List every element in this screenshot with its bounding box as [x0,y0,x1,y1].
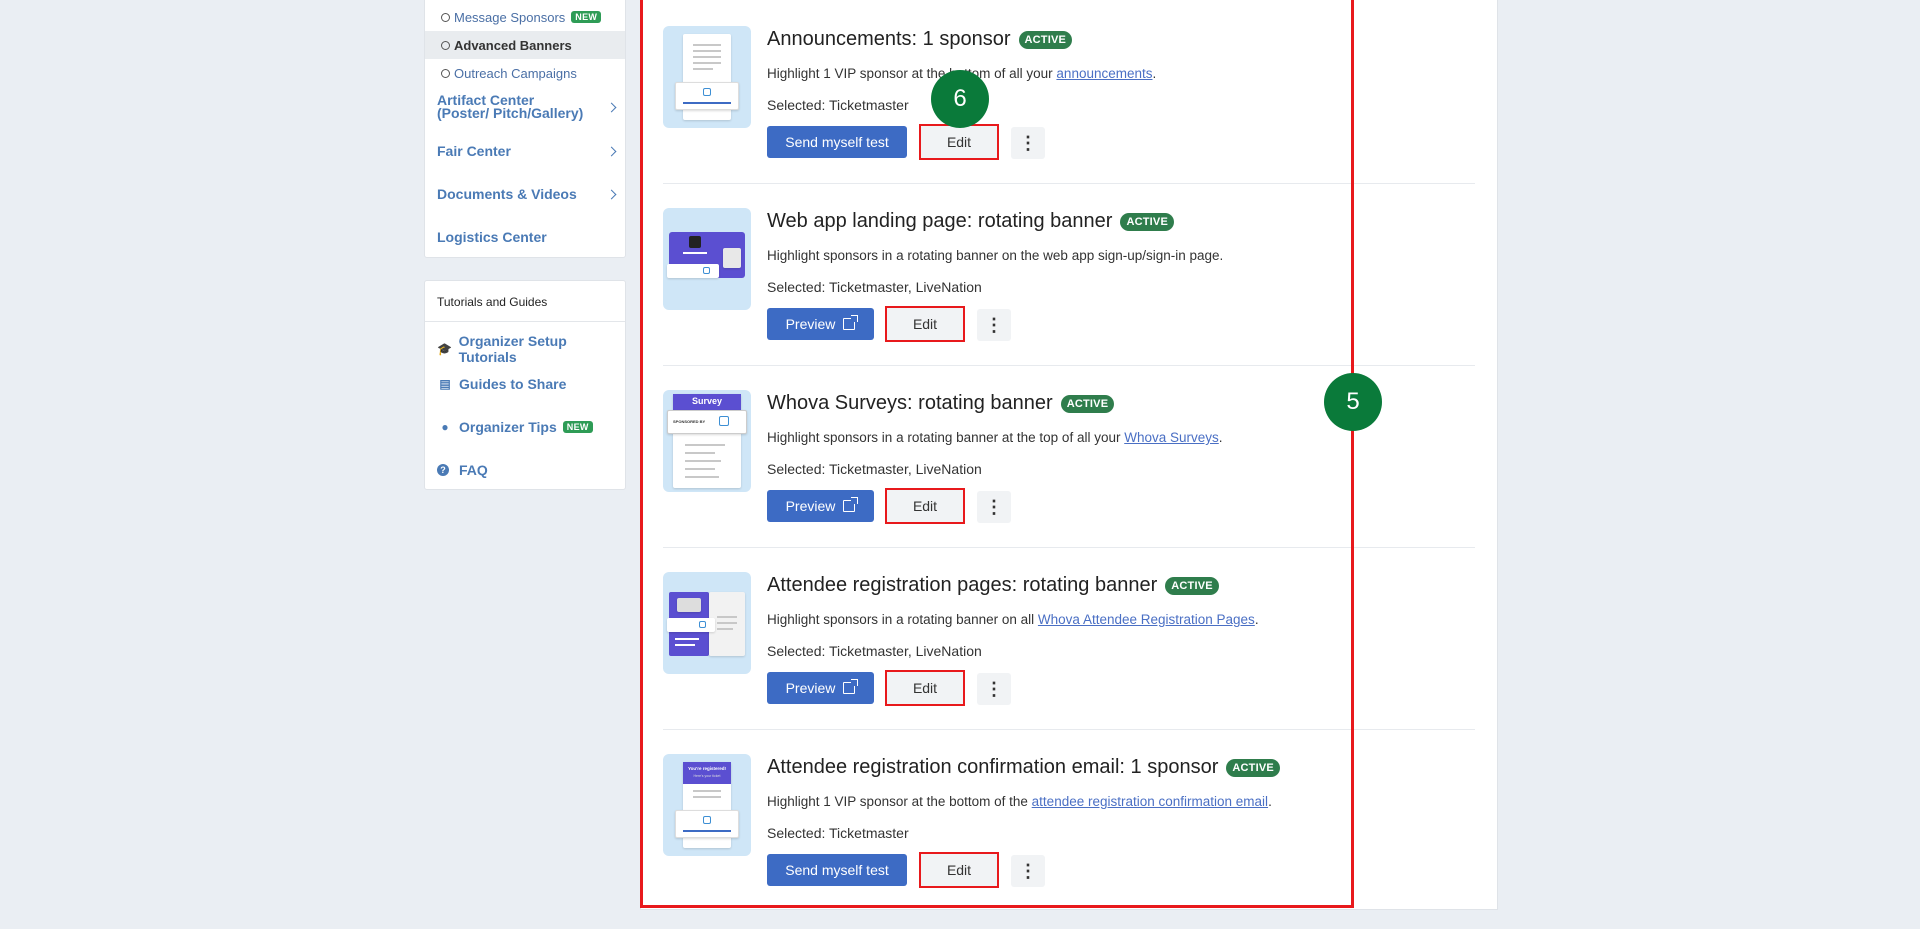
new-badge: NEW [571,11,602,23]
tutorial-item-guides[interactable]: ▤ Guides to Share [437,376,566,392]
step-marker-5: 5 [1324,373,1382,431]
sidebar-item-label: Logistics Center [437,228,547,245]
sidebar-item-label: Message Sponsors [454,9,566,25]
sidebar-item-outreach-campaigns[interactable]: Outreach Campaigns [425,59,625,87]
chevron-right-icon [606,189,617,199]
highlight-outline [640,0,1354,908]
sidebar-item-label: Fair Center [437,142,511,159]
sidebar-item-advanced-banners[interactable]: Advanced Banners [425,31,625,59]
presentation-icon: ▤ [439,377,451,391]
step-marker-6: 6 [931,70,989,128]
tutorial-item-label: Organizer Tips [459,419,557,435]
question-circle-icon: ? [437,464,449,476]
sidebar-item-logistics-center[interactable]: Logistics Center [437,230,621,244]
chevron-right-icon [606,102,617,112]
tutorial-item-label: Guides to Share [459,376,567,392]
radio-dot-icon [441,40,450,50]
sidebar-item-fair-center[interactable]: Fair Center [437,144,621,158]
tutorial-item-label: FAQ [459,462,488,478]
sidebar-item-label: Advanced Banners [454,37,572,53]
tutorial-item-faq[interactable]: ? FAQ [437,462,488,478]
sidebar-item-label: Documents & Videos [437,185,577,202]
sidebar-item-label: Outreach Campaigns [454,65,577,81]
lightbulb-icon: ● [441,420,449,434]
tutorials-card: Tutorials and Guides 🎓 Organizer Setup T… [424,280,626,490]
sidebar-nav: Message Sponsors NEW Advanced Banners Ou… [424,0,626,258]
tutorial-item-setup[interactable]: 🎓 Organizer Setup Tutorials [437,333,625,365]
sidebar-item-artifact-center[interactable]: Artifact Center (Poster/ Pitch/Gallery) [437,93,621,121]
radio-dot-icon [441,68,450,78]
sidebar-item-documents-videos[interactable]: Documents & Videos [437,187,621,201]
graduation-cap-icon: 🎓 [437,342,453,356]
sidebar-item-label: Artifact Center (Poster/ Pitch/Gallery) [437,92,584,121]
sidebar-item-message-sponsors[interactable]: Message Sponsors NEW [425,3,625,31]
tutorial-item-label: Organizer Setup Tutorials [458,333,567,365]
tutorials-title: Tutorials and Guides [437,295,548,309]
radio-dot-icon [441,12,450,22]
tutorial-item-tips[interactable]: ● Organizer Tips NEW [437,419,593,435]
new-badge: NEW [562,421,593,433]
divider [425,321,625,322]
chevron-right-icon [606,146,617,156]
